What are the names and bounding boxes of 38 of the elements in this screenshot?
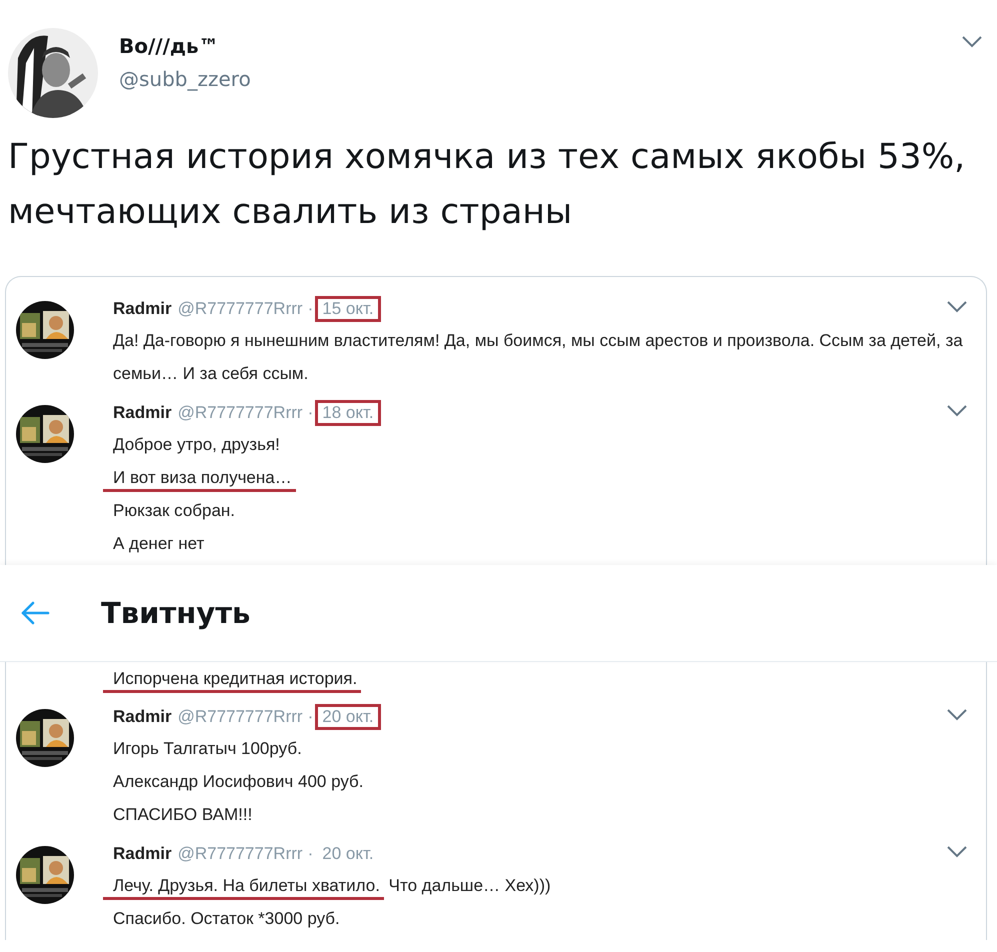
tweet-line: Испорчена кредитная история. (103, 669, 362, 693)
chevron-down-icon[interactable] (946, 708, 968, 722)
tweet-line: И вот виза получена… (103, 468, 296, 492)
page-title: Твитнуть (101, 596, 250, 630)
user-handle[interactable]: @R7777777Rrrr (178, 844, 303, 864)
separator-dot: · (308, 402, 314, 422)
tweet-line: Да! Да-говорю я нынешним властителям! Да, мы боимся, мы ссым арестов и произвола. Ссым за детей, за семьи… И за себя ссым. (113, 331, 963, 383)
tweet-line: Рюкзак собран. (113, 501, 236, 520)
tweet-text: Грустная история хомячка из тех самых якобы 53%, мечтающих свалить из страны (8, 136, 966, 234)
separator-dot: · (308, 298, 314, 318)
back-arrow-icon[interactable] (20, 601, 50, 625)
chevron-down-icon[interactable] (946, 300, 968, 314)
tweet-date[interactable]: 20 окт. (315, 704, 381, 730)
author-handle[interactable]: @subb_zzero (119, 67, 251, 91)
user-handle[interactable]: @R7777777Rrrr (178, 298, 303, 318)
user-handle[interactable]: @R7777777Rrrr (178, 706, 303, 726)
tweet-date[interactable]: 15 окт. (315, 296, 381, 322)
tweet-line: А денег нет (113, 534, 204, 553)
tweet-line: Спасибо. Остаток *3000 руб. (113, 909, 340, 928)
tweet-line: Доброе утро, друзья! (113, 435, 280, 454)
chevron-down-icon[interactable] (946, 404, 968, 418)
tweet-date[interactable]: 20 окт. (315, 840, 381, 866)
chevron-down-icon[interactable] (946, 844, 968, 858)
tweet-line: Александр Иосифович 400 руб. (113, 772, 364, 791)
tweet-line: Что дальше… Хех))) (388, 876, 551, 895)
user-name[interactable]: Radmir (113, 706, 172, 726)
tweet-line: СПАСИБО ВАМ!!! (113, 805, 252, 824)
separator-dot: · (308, 706, 314, 726)
separator-dot: · (308, 844, 314, 864)
tweet-line: Лечу. Друзья. На билеты хватило. (103, 876, 384, 900)
tweet-line: Игорь Талгатыч 100руб. (113, 739, 302, 758)
user-name[interactable]: Radmir (113, 402, 172, 422)
user-name[interactable]: Radmir (113, 298, 172, 318)
chevron-down-icon[interactable] (961, 35, 983, 49)
tweet-date[interactable]: 18 окт. (315, 400, 381, 426)
user-name[interactable]: Radmir (113, 844, 172, 864)
user-handle[interactable]: @R7777777Rrrr (178, 402, 303, 422)
author-name[interactable]: Во///дь™ (119, 34, 219, 58)
